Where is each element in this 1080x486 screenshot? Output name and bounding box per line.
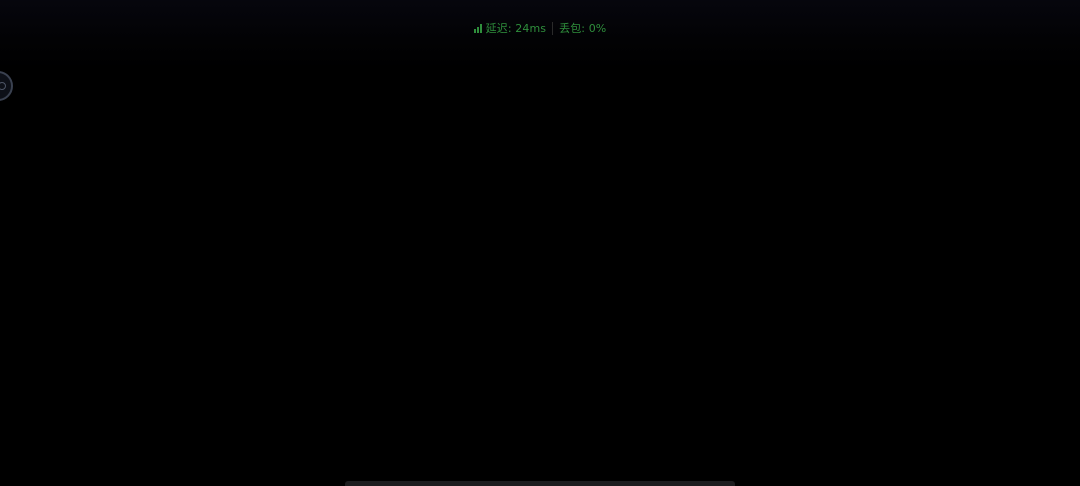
packet-loss-label: 丢包: 0% [559, 22, 607, 35]
network-status-bar: 延迟: 24ms 丢包: 0% [0, 18, 1080, 38]
assistive-touch-icon [0, 82, 6, 90]
latency-indicator: 延迟: 24ms [473, 18, 547, 38]
game-screen[interactable]: 延迟: 24ms 丢包: 0% [0, 0, 1080, 486]
status-divider [552, 21, 554, 35]
home-indicator[interactable] [345, 481, 735, 486]
signal-bars-icon [473, 23, 482, 33]
floating-menu-button[interactable] [0, 71, 13, 101]
latency-label: 延迟: 24ms [485, 22, 547, 35]
